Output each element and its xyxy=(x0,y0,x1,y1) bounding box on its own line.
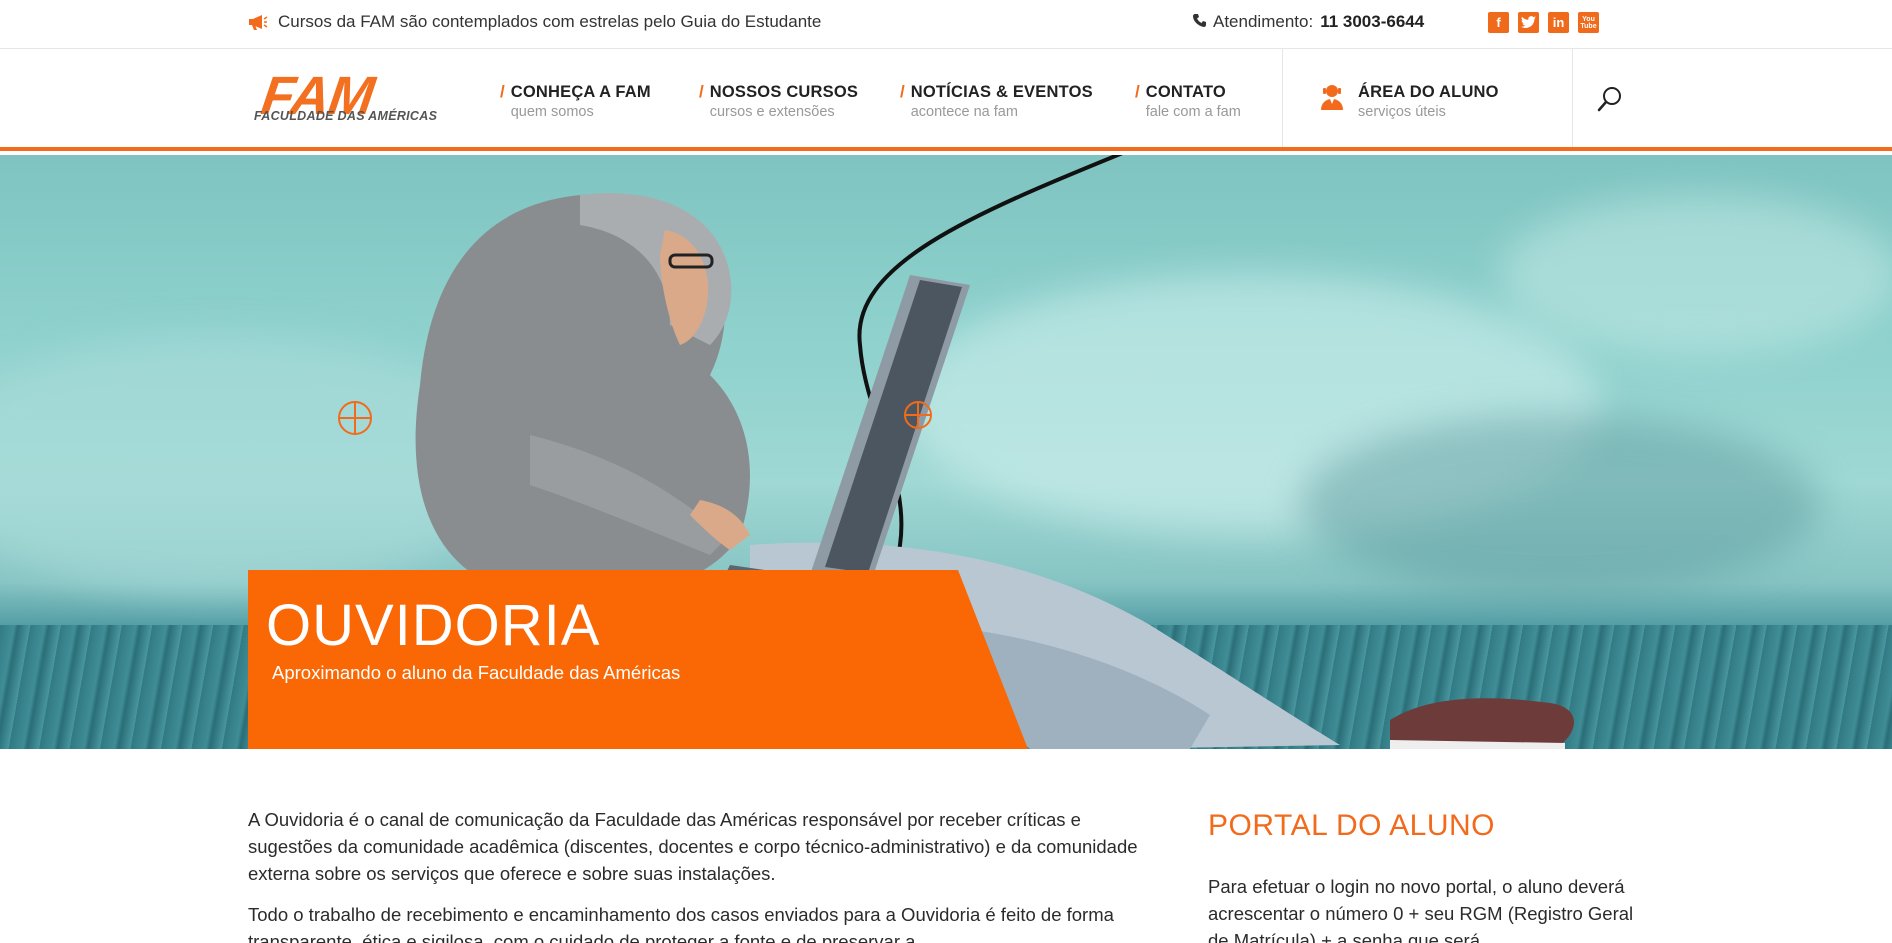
paragraph: Todo o trabalho de recebimento e encamin… xyxy=(248,904,1114,943)
sidebar-text: Para efetuar o login no novo portal, o a… xyxy=(1208,876,1634,943)
nav-subtitle: quem somos xyxy=(510,104,594,120)
paragraph: A Ouvidoria é o canal de comunicação da … xyxy=(248,809,1138,884)
slash-icon: / xyxy=(500,82,505,101)
slash-icon: / xyxy=(1135,82,1140,101)
nav-subtitle: cursos e extensões xyxy=(709,104,835,120)
youtube-icon[interactable]: You Tube xyxy=(1578,12,1599,33)
search-icon[interactable] xyxy=(1596,85,1624,113)
phone-label: Atendimento: xyxy=(1213,12,1314,31)
twitter-icon[interactable] xyxy=(1518,12,1539,33)
nav-item-conheca[interactable]: / CONHEÇA A FAM quem somos xyxy=(500,82,651,121)
nav-item-contato[interactable]: / CONTATO fale com a fam xyxy=(1135,82,1241,121)
nav-title: CONHEÇA A FAM xyxy=(510,83,651,101)
megaphone-icon xyxy=(248,14,268,30)
main-header: FAM FACULDADE DAS AMÉRICAS / CONHEÇA A F… xyxy=(0,49,1892,151)
nav-title: NOSSOS CURSOS xyxy=(709,83,859,101)
logo-subtitle: FACULDADE DAS AMÉRICAS xyxy=(254,109,438,123)
fam-logo[interactable]: FAM FACULDADE DAS AMÉRICAS xyxy=(252,66,462,127)
page-title: OUVIDORIA xyxy=(266,593,601,658)
nav-subtitle: serviços úteis xyxy=(1358,104,1446,120)
main-content: A Ouvidoria é o canal de comunicação da … xyxy=(248,806,1148,943)
announcement-text: Cursos da FAM são contemplados com estre… xyxy=(278,12,822,31)
slash-icon: / xyxy=(900,82,905,101)
social-links: f in You Tube xyxy=(1488,12,1599,33)
hotspot-icon[interactable] xyxy=(338,401,372,435)
linkedin-icon[interactable]: in xyxy=(1548,12,1569,33)
youtube-label: You Tube xyxy=(1580,15,1597,30)
page-subtitle: Aproximando o aluno da Faculdade das Amé… xyxy=(272,662,681,683)
sidebar-title: PORTAL DO ALUNO xyxy=(1208,809,1496,842)
divider xyxy=(1572,49,1573,147)
nav-title: NOTÍCIAS & EVENTOS xyxy=(910,83,1093,101)
phone-icon xyxy=(1193,12,1206,32)
nav-subtitle: acontece na fam xyxy=(910,104,1018,120)
nav-item-area-do-aluno[interactable]: ÁREA DO ALUNO serviços úteis xyxy=(1320,82,1499,121)
facebook-icon[interactable]: f xyxy=(1488,12,1509,33)
portal-sidebar: PORTAL DO ALUNO Para efetuar o login no … xyxy=(1208,806,1638,943)
slash-icon: / xyxy=(699,82,704,101)
nav-subtitle: fale com a fam xyxy=(1145,104,1241,120)
student-icon xyxy=(1320,84,1344,110)
nav-title: CONTATO xyxy=(1145,83,1226,101)
phone-number[interactable]: 11 3003-6644 xyxy=(1320,12,1424,32)
top-bar: Cursos da FAM são contemplados com estre… xyxy=(0,0,1892,49)
hotspot-icon[interactable] xyxy=(904,401,932,429)
divider xyxy=(1282,49,1283,147)
nav-item-noticias[interactable]: / NOTÍCIAS & EVENTOS acontece na fam xyxy=(900,82,1093,121)
hero-banner: OUVIDORIA Aproximando o aluno da Faculda… xyxy=(0,155,1892,749)
phone-contact: Atendimento: 11 3003-6644 xyxy=(1193,12,1424,32)
announcement[interactable]: Cursos da FAM são contemplados com estre… xyxy=(248,11,821,33)
nav-title: ÁREA DO ALUNO xyxy=(1358,83,1499,101)
hero-title-box: OUVIDORIA Aproximando o aluno da Faculda… xyxy=(248,570,1028,749)
nav-item-cursos[interactable]: / NOSSOS CURSOS cursos e extensões xyxy=(699,82,858,121)
